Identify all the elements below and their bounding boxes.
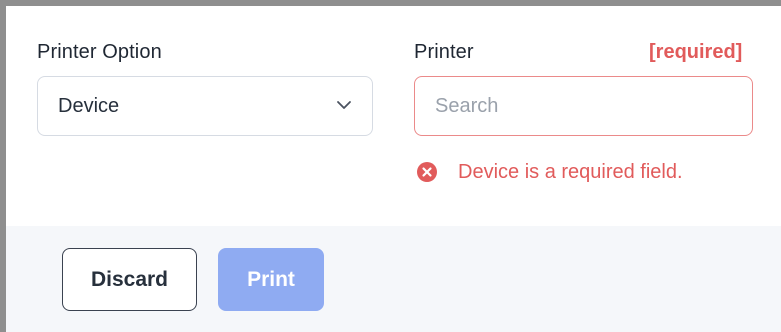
printer-search-field[interactable]	[414, 76, 753, 136]
printer-option-selected-value: Device	[58, 95, 120, 117]
chevron-down-icon	[337, 101, 351, 109]
print-button[interactable]: Print	[218, 248, 324, 311]
printer-label: Printer	[414, 41, 474, 63]
form-footer-actions: Discard Print	[6, 226, 781, 332]
discard-button[interactable]: Discard	[62, 248, 197, 311]
error-text: Device is a required field.	[458, 160, 683, 183]
printer-form-panel: Printer Option Device Printer [required]…	[0, 0, 781, 332]
printer-option-select[interactable]: Device	[37, 76, 373, 136]
printer-error-message: Device is a required field.	[416, 159, 683, 185]
form-fields-area: Printer Option Device Printer [required]…	[6, 6, 781, 226]
required-badge: [required]	[649, 41, 743, 63]
printer-option-label: Printer Option	[37, 41, 162, 63]
printer-search-input[interactable]	[435, 91, 735, 121]
error-circle-x-icon	[417, 162, 437, 182]
